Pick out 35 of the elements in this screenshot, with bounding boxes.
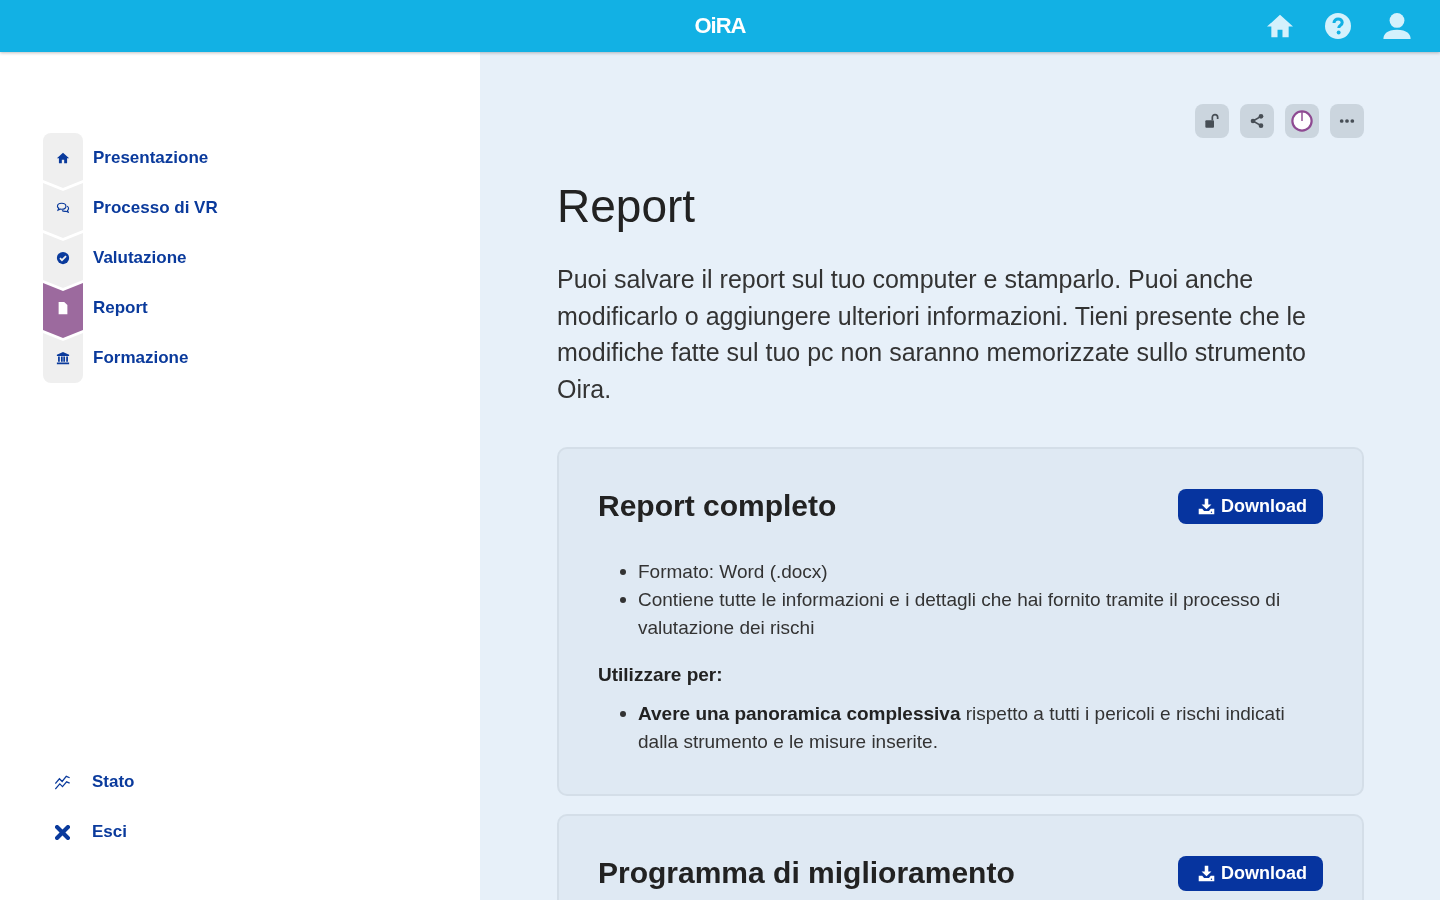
card-title: Programma di miglioramento (598, 855, 1015, 891)
list-item-text: Contiene tutte le informazioni e i dettagli che hai fornito tramite il processo di valutazione dei rischi (638, 588, 1282, 640)
nav-link[interactable]: Valutazione (43, 233, 187, 283)
page-title: Report (557, 179, 697, 234)
nav-link[interactable]: Processo di VR (43, 183, 218, 233)
nav-link[interactable]: Esci (43, 807, 127, 857)
list-item-text: Formato: Word (.docx) (638, 560, 828, 584)
unlocked-padlock-icon (1204, 113, 1220, 129)
help-icon[interactable] (1325, 13, 1351, 39)
home-icon[interactable] (1267, 14, 1293, 38)
nav-link[interactable]: Stato (43, 757, 135, 807)
nav-link[interactable]: Report (43, 283, 148, 333)
timer-icon (1291, 110, 1313, 132)
download-icon (1198, 864, 1215, 882)
close-icon (55, 824, 70, 840)
timer-button[interactable] (1285, 104, 1319, 138)
unlock-button[interactable] (1195, 104, 1229, 138)
intro-paragraph: Puoi salvare il report sul tuo computer e stamparlo. Puoi anche modificarlo o aggiungere ulteriori informazioni. Tieni presente che le modifiche fatte sul tuo pc non saranno memorizzate sullo strumento Oira. (557, 264, 1307, 405)
nav-link[interactable]: Presentazione (43, 133, 209, 183)
bullet-icon (620, 597, 626, 603)
share-icon (1249, 113, 1265, 129)
download-button[interactable]: Download (1178, 488, 1323, 524)
app-logo: OiRA (694, 13, 746, 39)
bullet-icon (620, 711, 626, 717)
list-item-text: Avere una panoramica complessiva rispetto a tutti i pericoli e rischi indicati dalla strumento e le misure inserite. (638, 702, 1286, 754)
use-label: Utilizzare per: (598, 663, 724, 687)
share-button[interactable] (1240, 104, 1274, 138)
more-button[interactable] (1330, 104, 1364, 138)
user-icon[interactable] (1383, 13, 1411, 39)
bullet-icon (620, 569, 626, 575)
download-button[interactable]: Download (1178, 855, 1323, 891)
card-title: Report completo (598, 488, 837, 524)
line-chart-icon (55, 774, 70, 790)
download-icon (1198, 497, 1215, 515)
nav-link[interactable]: Formazione (43, 333, 189, 383)
